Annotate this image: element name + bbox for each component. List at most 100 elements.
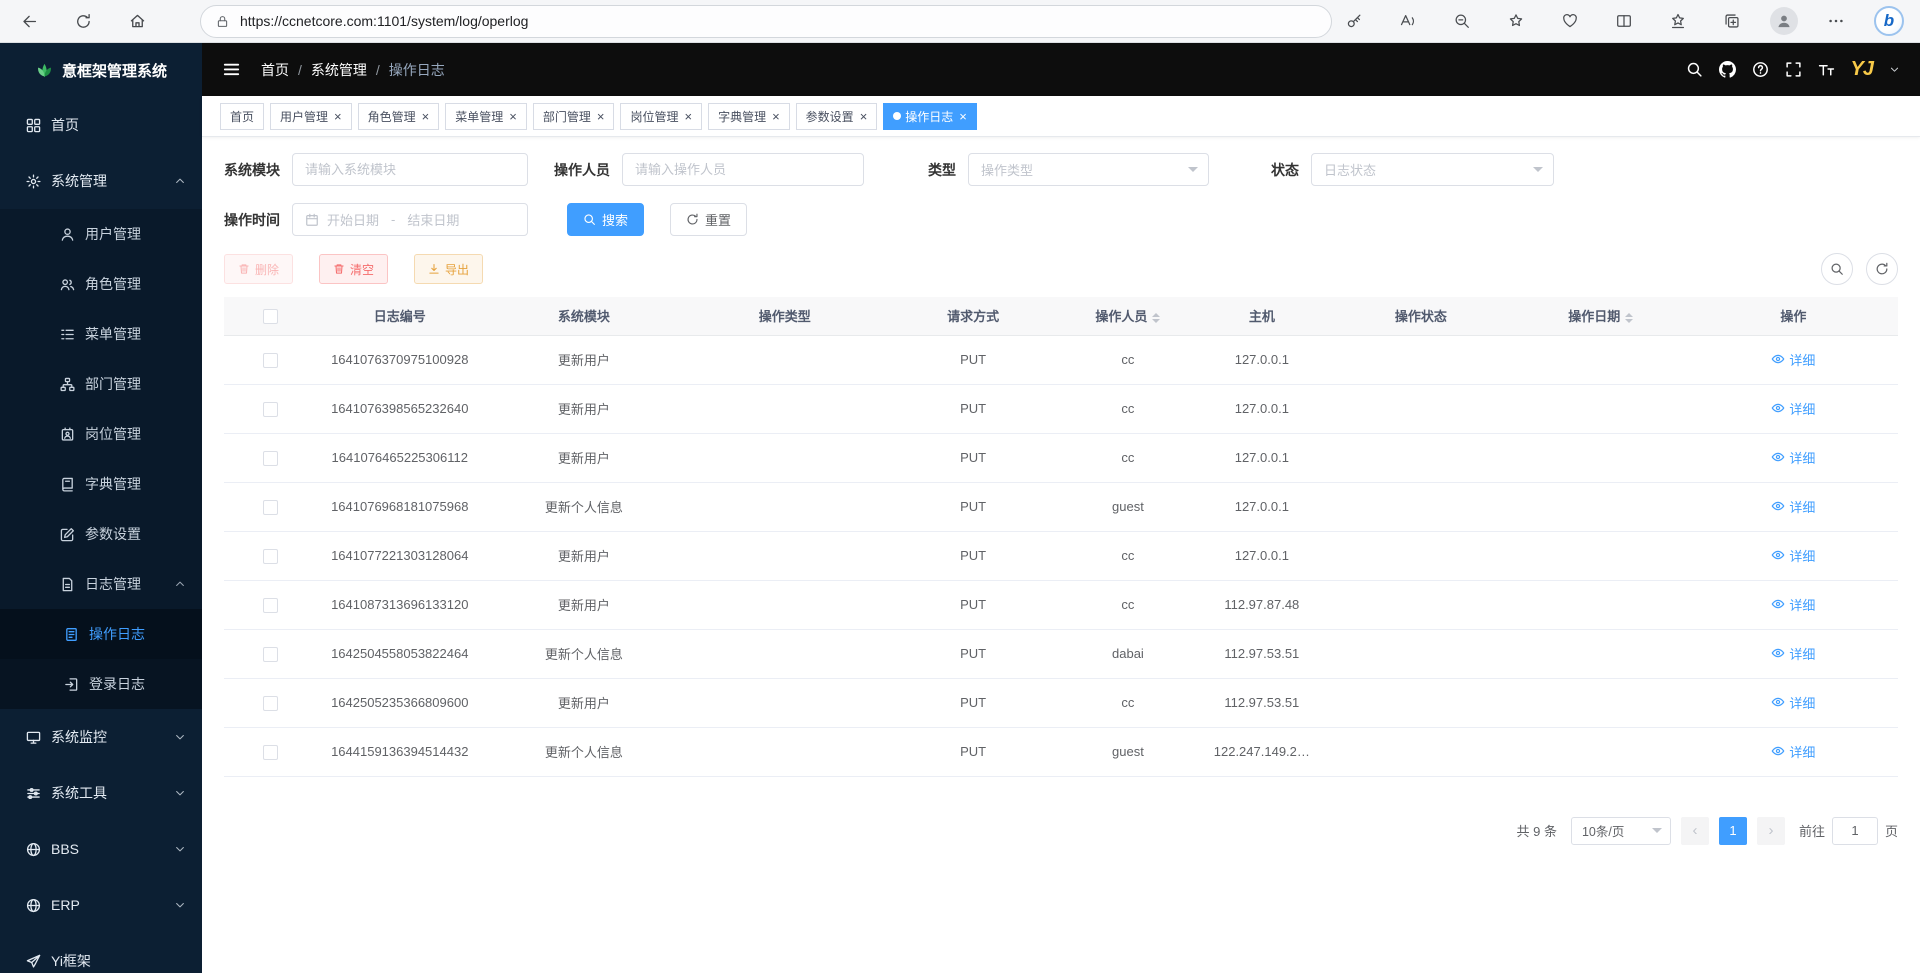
reset-button[interactable]: 重置 [670,203,747,236]
page-size-select[interactable]: 10条/页 [1571,817,1671,845]
sidebar-item-monitor[interactable]: 系统监控 [0,709,202,765]
sidebar-item-dept[interactable]: 部门管理 [0,359,202,409]
sidebar-item-tool[interactable]: 系统工具 [0,765,202,821]
operator-input[interactable] [622,153,864,186]
add-favorite-button[interactable] [1500,5,1532,37]
refresh-table-button[interactable] [1866,253,1898,285]
github-icon[interactable] [1719,61,1736,78]
profile-button[interactable] [1770,7,1798,35]
close-icon[interactable]: × [334,110,342,123]
sidebar-item-role[interactable]: 角色管理 [0,259,202,309]
help-icon[interactable] [1752,61,1769,78]
split-screen-button[interactable] [1608,5,1640,37]
favorites-bar-button[interactable] [1662,5,1694,37]
goto-page-input[interactable] [1832,817,1878,845]
chevron-down-icon[interactable] [1889,64,1900,75]
status-select[interactable]: 日志状态 [1311,153,1554,186]
sort-icon[interactable] [1152,313,1160,323]
home-button[interactable] [120,4,154,38]
tab-dept[interactable]: 部门管理 × [533,103,615,130]
close-icon[interactable]: × [959,110,967,123]
sidebar-item-menu[interactable]: 菜单管理 [0,309,202,359]
tab-config[interactable]: 参数设置 × [796,103,878,130]
tab-role[interactable]: 角色管理 × [358,103,440,130]
next-page-button[interactable]: › [1757,817,1785,845]
bing-copilot-button[interactable]: b [1874,6,1904,36]
close-icon[interactable]: × [860,110,868,123]
type-select[interactable]: 操作类型 [968,153,1209,186]
collections-button[interactable] [1716,5,1748,37]
breadcrumb-system[interactable]: 系统管理 [311,60,367,80]
sidebar-item-post[interactable]: 岗位管理 [0,409,202,459]
detail-link[interactable]: 详细 [1771,399,1815,418]
breadcrumb-home[interactable]: 首页 [261,60,289,80]
sidebar-item-config[interactable]: 参数设置 [0,509,202,559]
detail-link[interactable]: 详细 [1771,693,1815,712]
search-icon[interactable] [1686,61,1703,78]
sidebar-item-yiframe[interactable]: Yi框架 [0,933,202,973]
col-operator[interactable]: 操作人员 [1061,297,1195,335]
password-key-button[interactable] [1338,5,1370,37]
tab-user[interactable]: 用户管理 × [270,103,352,130]
sidebar-item-system[interactable]: 系统管理 [0,153,202,209]
close-icon[interactable]: × [597,110,605,123]
row-checkbox[interactable] [263,549,278,564]
search-button[interactable]: 搜索 [567,203,644,236]
sidebar-item-operlog[interactable]: 操作日志 [0,609,202,659]
row-checkbox[interactable] [263,353,278,368]
prev-page-button[interactable]: ‹ [1681,817,1709,845]
detail-link[interactable]: 详细 [1771,497,1815,516]
read-aloud-button[interactable] [1392,5,1424,37]
delete-button[interactable]: 删除 [224,254,293,284]
detail-link[interactable]: 详细 [1771,742,1815,761]
reload-button[interactable] [66,4,100,38]
sidebar-item-user[interactable]: 用户管理 [0,209,202,259]
row-checkbox[interactable] [263,696,278,711]
row-checkbox[interactable] [263,598,278,613]
sort-icon[interactable] [1625,313,1633,323]
clear-button[interactable]: 清空 [319,254,388,284]
settings-more-button[interactable] [1820,5,1852,37]
close-icon[interactable]: × [509,110,517,123]
close-icon[interactable]: × [684,110,692,123]
sidebar-item-erp[interactable]: ERP [0,877,202,933]
toggle-search-button[interactable] [1821,253,1853,285]
page-number-button[interactable]: 1 [1719,817,1747,845]
close-icon[interactable]: × [772,110,780,123]
row-checkbox[interactable] [263,451,278,466]
address-bar[interactable]: https://ccnetcore.com:1101/system/log/op… [200,5,1332,38]
sidebar-item-loginlog[interactable]: 登录日志 [0,659,202,709]
tab-home[interactable]: 首页 [220,103,264,130]
browser-essentials-button[interactable] [1554,5,1586,37]
module-input[interactable] [292,153,528,186]
row-checkbox[interactable] [263,745,278,760]
sidebar-item-bbs[interactable]: BBS [0,821,202,877]
sidebar-item-log[interactable]: 日志管理 [0,559,202,609]
select-all-checkbox[interactable] [263,309,278,324]
user-logo[interactable]: YJ [1851,58,1873,81]
detail-link[interactable]: 详细 [1771,350,1815,369]
zoom-out-button[interactable] [1446,5,1478,37]
row-checkbox[interactable] [263,647,278,662]
date-range-input[interactable]: 开始日期 - 结束日期 [292,203,528,236]
row-checkbox[interactable] [263,402,278,417]
detail-link[interactable]: 详细 [1771,644,1815,663]
sidebar-item-dict[interactable]: 字典管理 [0,459,202,509]
tab-menu[interactable]: 菜单管理 × [445,103,527,130]
font-size-icon[interactable] [1818,61,1835,78]
app-logo[interactable]: 意框架管理系统 [0,43,202,97]
row-checkbox[interactable] [263,500,278,515]
close-icon[interactable]: × [422,110,430,123]
detail-link[interactable]: 详细 [1771,448,1815,467]
back-button[interactable] [12,4,46,38]
detail-link[interactable]: 详细 [1771,546,1815,565]
tab-dict[interactable]: 字典管理 × [708,103,790,130]
col-date[interactable]: 操作日期 [1513,297,1689,335]
detail-link[interactable]: 详细 [1771,595,1815,614]
fullscreen-icon[interactable] [1785,61,1802,78]
tab-operlog[interactable]: 操作日志 × [883,103,977,130]
sidebar-item-home[interactable]: 首页 [0,97,202,153]
export-button[interactable]: 导出 [414,254,483,284]
tab-post[interactable]: 岗位管理 × [620,103,702,130]
hamburger-icon[interactable] [222,60,241,79]
